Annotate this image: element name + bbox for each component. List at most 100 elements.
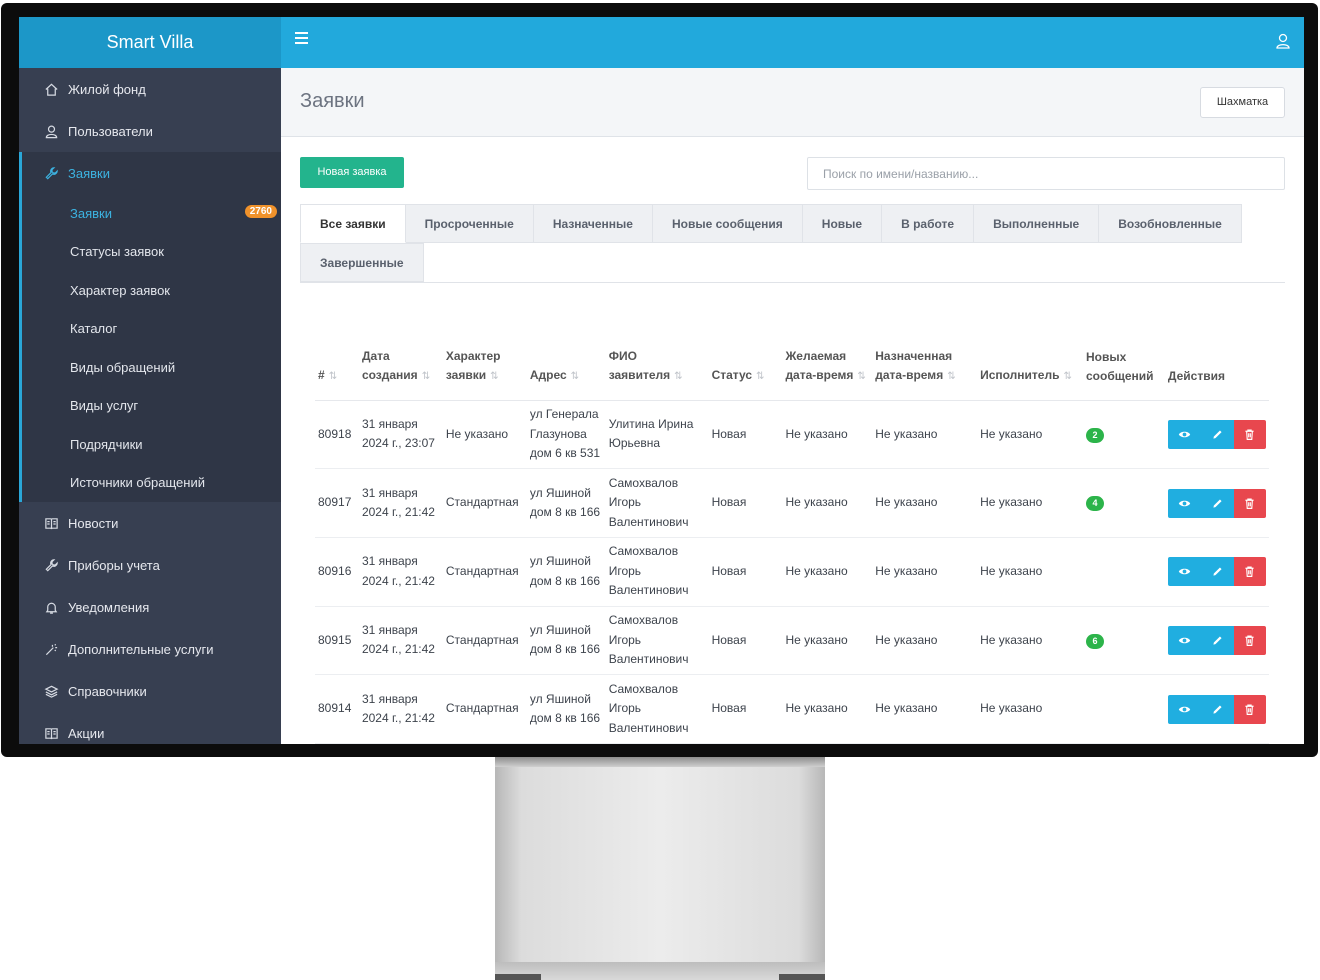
tab[interactable]: Завершенные — [300, 243, 424, 282]
sidebar-subitem[interactable]: Статусы заявок — [19, 233, 281, 272]
sort-icon[interactable]: ⇅ — [490, 371, 498, 382]
view-eye-icon[interactable] — [1167, 488, 1201, 518]
cell-executor — [977, 743, 1083, 744]
top-bar: Smart Villa — [19, 17, 1304, 68]
delete-trash-icon[interactable] — [1233, 557, 1266, 587]
sort-icon[interactable]: ⇅ — [422, 371, 430, 382]
table-row[interactable]: 80915 31 января 2024 г., 21:42 Стандартная… — [315, 606, 1269, 676]
tab[interactable]: Все заявки — [300, 204, 406, 243]
sidebar-subitem[interactable]: Виды услуг — [19, 387, 281, 426]
column-header[interactable]: # ⇅ — [315, 313, 359, 401]
cell-type: Стандартная — [442, 537, 527, 607]
column-header-label: Новых сообщений — [1086, 349, 1154, 384]
new-request-button[interactable]: Новая заявка — [300, 157, 404, 188]
sidebar-item-label: Дополнительные услуги — [68, 641, 214, 657]
table-row[interactable]: 80918 31 января 2024 г., 23:07 Не указано у… — [315, 400, 1269, 470]
sidebar-subitem[interactable]: Заявки 2760 — [19, 194, 281, 233]
sidebar-item-label: Уведомления — [68, 599, 150, 615]
tab[interactable]: Просроченные — [405, 204, 534, 243]
sidebar-subitem[interactable]: Виды обращений — [19, 348, 281, 387]
tab[interactable]: Выполненные — [974, 204, 1100, 243]
view-eye-icon[interactable] — [1167, 419, 1201, 449]
sidebar-item[interactable]: Дополнительные услуги — [19, 628, 281, 670]
sidebar-item[interactable]: Новости — [19, 502, 281, 544]
cell-assigned: Не указано — [872, 468, 978, 538]
request-tabs: Все заявки Просроченные Назначенные Новые с… — [300, 204, 1285, 283]
menu-toggle-icon[interactable] — [295, 32, 308, 44]
sort-icon[interactable]: ⇅ — [947, 371, 955, 382]
table-row[interactable]: 80917 31 января 2024 г., 21:42 Стандартная… — [315, 468, 1269, 538]
cell-name: Самохвалов Игорь Валентинович — [605, 468, 709, 538]
delete-trash-icon[interactable] — [1233, 694, 1266, 724]
sidebar-subitem-label: Подрядчики — [70, 436, 143, 452]
cell-status: Новая — [708, 400, 783, 470]
sidebar-item[interactable]: Пользователи — [19, 110, 281, 152]
column-header[interactable]: Дата создания ⇅ — [358, 313, 443, 401]
requests-table-panel: # ⇅ Дата создания ⇅ Характер заявки ⇅ Адрес ⇅ ФИ… — [300, 283, 1285, 744]
tab[interactable]: В работе — [882, 204, 975, 243]
column-header[interactable]: Характер заявки ⇅ — [442, 313, 527, 401]
user-profile-icon[interactable] — [1276, 33, 1290, 49]
table-row[interactable]: 80914 31 января 2024 г., 21:42 Стандартная… — [315, 674, 1269, 744]
tab[interactable]: Новые — [802, 204, 883, 243]
sidebar-subitem[interactable]: Источники обращений — [19, 464, 281, 503]
sidebar-item[interactable]: Приборы учета — [19, 544, 281, 586]
cell-assigned: Не указано — [872, 537, 978, 607]
edit-pencil-icon[interactable] — [1200, 557, 1234, 587]
edit-pencil-icon[interactable] — [1200, 419, 1234, 449]
sort-icon[interactable]: ⇅ — [1063, 371, 1071, 382]
monitor-frame: Smart Villa Жилой фонд Пользователи Заявк… — [1, 3, 1318, 757]
sort-icon[interactable]: ⇅ — [756, 371, 764, 382]
requests-table: # ⇅ Дата создания ⇅ Характер заявки ⇅ Адрес ⇅ ФИ… — [315, 313, 1269, 744]
cell-date: 31 января 2024 г., 21:42 — [358, 674, 443, 744]
view-eye-icon[interactable] — [1167, 694, 1201, 724]
column-header[interactable]: Статус ⇅ — [708, 313, 783, 401]
delete-trash-icon[interactable] — [1233, 488, 1266, 518]
sidebar-subitem[interactable]: Характер заявок — [19, 271, 281, 310]
sort-icon[interactable]: ⇅ — [329, 371, 337, 382]
sidebar-item[interactable]: Справочники — [19, 670, 281, 712]
cell-name: Самохвалов Игорь Валентинович — [605, 606, 709, 676]
cell-messages: 2 — [1083, 400, 1165, 470]
sort-icon[interactable]: ⇅ — [571, 371, 579, 382]
cell-date: 31 января 2024 г., 23:07 — [358, 400, 443, 470]
column-header-label: Действия — [1167, 369, 1225, 383]
sidebar-item[interactable]: Заявки — [19, 152, 281, 194]
delete-trash-icon[interactable] — [1233, 625, 1266, 655]
table-row[interactable]: 31 января — [315, 743, 1269, 744]
sidebar-item[interactable]: Жилой фонд — [19, 68, 281, 110]
view-eye-icon[interactable] — [1167, 625, 1201, 655]
table-row[interactable]: 80916 31 января 2024 г., 21:42 Стандартная… — [315, 537, 1269, 607]
sidebar-subitem[interactable]: Подрядчики — [19, 425, 281, 464]
sort-icon[interactable]: ⇅ — [857, 371, 865, 382]
chess-view-button[interactable]: Шахматка — [1200, 87, 1285, 118]
edit-pencil-icon[interactable] — [1200, 488, 1234, 518]
view-eye-icon[interactable] — [1167, 557, 1201, 587]
column-header[interactable]: Исполнитель ⇅ — [977, 313, 1083, 401]
column-header[interactable]: Адрес ⇅ — [526, 313, 606, 401]
cell-assigned: Не указано — [872, 606, 978, 676]
search-input[interactable] — [807, 157, 1285, 190]
cell-status: Новая — [708, 606, 783, 676]
cell-id: 80914 — [315, 674, 359, 744]
edit-pencil-icon[interactable] — [1200, 625, 1234, 655]
column-header[interactable]: Желаемая дата-время ⇅ — [782, 313, 873, 401]
tab[interactable]: Назначенные — [533, 204, 653, 243]
sidebar-subitem-label: Источники обращений — [70, 475, 205, 491]
cell-assigned — [872, 743, 978, 744]
page-header: Заявки Шахматка — [281, 68, 1304, 137]
delete-trash-icon[interactable] — [1233, 419, 1266, 449]
sidebar-item[interactable]: Уведомления — [19, 586, 281, 628]
brand-logo[interactable]: Smart Villa — [19, 17, 281, 68]
edit-pencil-icon[interactable] — [1200, 694, 1234, 724]
sidebar-subitem[interactable]: Каталог — [19, 310, 281, 349]
sort-icon[interactable]: ⇅ — [674, 371, 682, 382]
tab[interactable]: Новые сообщения — [652, 204, 803, 243]
column-header[interactable]: ФИО заявителя ⇅ — [605, 313, 709, 401]
sidebar-item[interactable]: Акции — [19, 712, 281, 744]
column-header: Новых сообщений — [1083, 313, 1165, 401]
tab[interactable]: Возобновленные — [1099, 204, 1242, 243]
column-header-label: Исполнитель — [980, 368, 1060, 382]
column-header[interactable]: Назначенная дата-время ⇅ — [872, 313, 978, 401]
sidebar-item-label: Приборы учета — [68, 557, 160, 573]
